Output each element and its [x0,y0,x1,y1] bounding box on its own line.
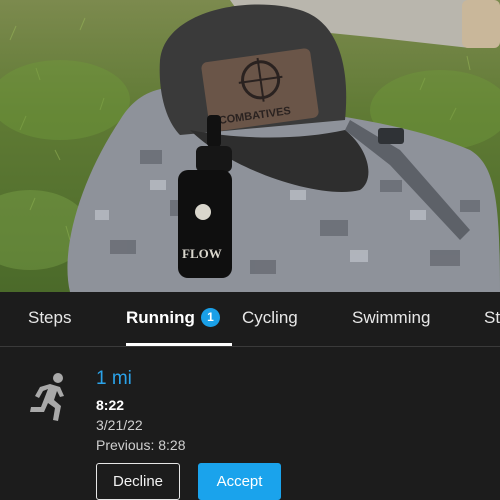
activity-tab-bar: Steps Running 1 Cycling Swimming St [0,292,500,347]
active-tab-indicator [126,343,232,346]
running-person-icon [30,373,64,421]
tab-swimming[interactable]: Swimming [352,292,430,346]
tab-steps-label: Steps [28,308,72,327]
previous-pace: Previous: 8:28 [96,437,186,453]
tab-strength[interactable]: St [484,292,500,346]
tab-swimming-label: Swimming [352,308,431,327]
tab-running-label: Running [126,308,195,327]
bottle-text: FLOW [182,246,222,261]
background-photo: COMBATIVES FLOW [0,0,500,292]
tab-cycling-label: Cycling [242,308,298,327]
run-date: 3/21/22 [96,417,143,433]
tab-cycling[interactable]: Cycling [242,292,298,346]
tab-running[interactable]: Running 1 [126,292,232,346]
photo-illustration: COMBATIVES FLOW [0,0,500,292]
run-pace: 8:22 [96,397,125,413]
tab-steps[interactable]: Steps [28,292,71,346]
activity-detail-panel: 1 mi 8:22 3/21/22 Previous: 8:28 Decline… [0,347,500,500]
tab-strength-label: St [484,308,500,327]
decline-button[interactable]: Decline [96,463,180,500]
accept-button[interactable]: Accept [198,463,281,500]
notification-badge: 1 [200,308,220,327]
run-distance: 1 mi [96,368,132,389]
